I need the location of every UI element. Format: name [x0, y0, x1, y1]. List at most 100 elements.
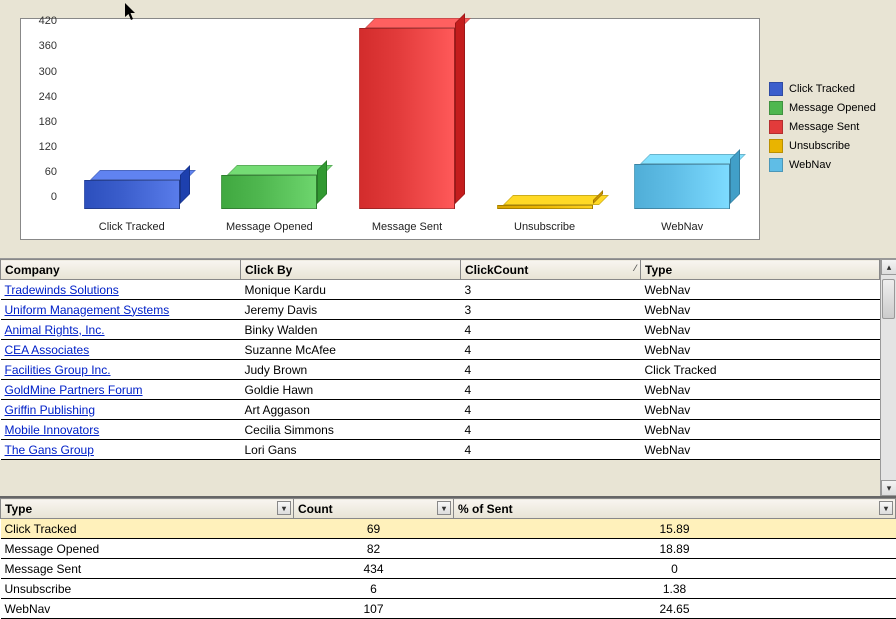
count-cell: 4: [461, 320, 641, 340]
company-link[interactable]: Mobile Innovators: [5, 423, 100, 437]
company-link[interactable]: CEA Associates: [5, 343, 90, 357]
sort-asc-icon: ⁄: [634, 263, 636, 273]
column-header-count[interactable]: ClickCount⁄: [461, 260, 641, 280]
count-cell: 4: [461, 340, 641, 360]
type-cell: WebNav: [641, 380, 880, 400]
table-row[interactable]: Mobile Innovators Cecilia Simmons 4 WebN…: [1, 420, 880, 440]
table-row[interactable]: Facilities Group Inc. Judy Brown 4 Click…: [1, 360, 880, 380]
legend-item: Unsubscribe: [769, 139, 894, 153]
legend-swatch: [769, 101, 783, 115]
company-link[interactable]: Griffin Publishing: [5, 403, 96, 417]
legend-label: Message Sent: [789, 121, 859, 133]
detail-table-wrap: CompanyClick ByClickCount⁄Type Tradewind…: [0, 259, 896, 496]
type-cell: Message Sent: [1, 559, 294, 579]
clickby-cell: Judy Brown: [241, 360, 461, 380]
company-link[interactable]: Facilities Group Inc.: [5, 363, 111, 377]
column-header-type[interactable]: Type: [641, 260, 880, 280]
column-header-pct[interactable]: % of Sent▾: [454, 499, 896, 519]
company-link[interactable]: Tradewinds Solutions: [5, 283, 119, 297]
legend-item: Click Tracked: [769, 82, 894, 96]
table-row[interactable]: Uniform Management Systems Jeremy Davis …: [1, 300, 880, 320]
x-label: Message Opened: [201, 221, 339, 233]
y-tick: 60: [45, 166, 57, 178]
table-row[interactable]: Griffin Publishing Art Aggason 4 WebNav: [1, 400, 880, 420]
clickby-cell: Suzanne McAfee: [241, 340, 461, 360]
type-cell: WebNav: [641, 340, 880, 360]
bar-message opened: [221, 175, 317, 209]
legend-swatch: [769, 82, 783, 96]
bar-webnav: [634, 164, 730, 209]
y-tick: 420: [39, 15, 57, 27]
count-cell: 4: [461, 420, 641, 440]
x-label: Click Tracked: [63, 221, 201, 233]
scroll-up-icon[interactable]: ▴: [881, 259, 896, 275]
cursor-icon: [125, 3, 139, 26]
chart-plot: 060120180240300360420 Click TrackedMessa…: [20, 18, 760, 240]
summary-table: Type⁄▾Count▾% of Sent▾ Click Tracked 69 …: [0, 498, 896, 619]
count-cell: 434: [294, 559, 454, 579]
bar-unsubscribe: [497, 205, 593, 209]
type-cell: WebNav: [641, 420, 880, 440]
column-header-clickby[interactable]: Click By: [241, 260, 461, 280]
clickby-cell: Monique Kardu: [241, 280, 461, 300]
company-link[interactable]: Animal Rights, Inc.: [5, 323, 105, 337]
dropdown-icon[interactable]: ▾: [879, 501, 893, 515]
count-cell: 6: [294, 579, 454, 599]
pct-cell: 18.89: [454, 539, 896, 559]
clickby-cell: Lori Gans: [241, 440, 461, 460]
scrollbar[interactable]: ▴ ▾: [880, 259, 896, 496]
dropdown-icon[interactable]: ▾: [277, 501, 291, 515]
chart-legend: Click Tracked Message Opened Message Sent U…: [769, 82, 894, 177]
type-cell: Message Opened: [1, 539, 294, 559]
column-header-company[interactable]: Company: [1, 260, 241, 280]
legend-label: Click Tracked: [789, 83, 855, 95]
legend-label: Message Opened: [789, 102, 876, 114]
clickby-cell: Cecilia Simmons: [241, 420, 461, 440]
legend-swatch: [769, 120, 783, 134]
table-row[interactable]: GoldMine Partners Forum Goldie Hawn 4 We…: [1, 380, 880, 400]
count-cell: 82: [294, 539, 454, 559]
company-link[interactable]: Uniform Management Systems: [5, 303, 170, 317]
count-cell: 3: [461, 280, 641, 300]
legend-swatch: [769, 158, 783, 172]
clickby-cell: Goldie Hawn: [241, 380, 461, 400]
company-link[interactable]: GoldMine Partners Forum: [5, 383, 143, 397]
type-cell: Click Tracked: [641, 360, 880, 380]
table-row[interactable]: CEA Associates Suzanne McAfee 4 WebNav: [1, 340, 880, 360]
table-row[interactable]: Animal Rights, Inc. Binky Walden 4 WebNa…: [1, 320, 880, 340]
summary-row[interactable]: Message Sent 434 0: [1, 559, 896, 579]
table-row[interactable]: The Gans Group Lori Gans 4 WebNav: [1, 440, 880, 460]
count-cell: 4: [461, 380, 641, 400]
legend-item: Message Sent: [769, 120, 894, 134]
type-cell: WebNav: [641, 280, 880, 300]
bar-message sent: [359, 28, 455, 209]
table-row[interactable]: Tradewinds Solutions Monique Kardu 3 Web…: [1, 280, 880, 300]
summary-row[interactable]: Click Tracked 69 15.89: [1, 519, 896, 539]
pct-cell: 0: [454, 559, 896, 579]
clickby-cell: Jeremy Davis: [241, 300, 461, 320]
scroll-down-icon[interactable]: ▾: [881, 480, 896, 496]
company-link[interactable]: The Gans Group: [5, 443, 94, 457]
summary-row[interactable]: Unsubscribe 6 1.38: [1, 579, 896, 599]
y-tick: 0: [51, 191, 57, 203]
y-tick: 240: [39, 91, 57, 103]
legend-label: Unsubscribe: [789, 140, 850, 152]
column-header-type[interactable]: Type⁄▾: [1, 499, 294, 519]
y-tick: 360: [39, 40, 57, 52]
count-cell: 4: [461, 400, 641, 420]
count-cell: 69: [294, 519, 454, 539]
summary-row[interactable]: Message Opened 82 18.89: [1, 539, 896, 559]
scroll-thumb[interactable]: [882, 279, 895, 319]
y-tick: 180: [39, 116, 57, 128]
type-cell: WebNav: [641, 320, 880, 340]
clickby-cell: Binky Walden: [241, 320, 461, 340]
pct-cell: 15.89: [454, 519, 896, 539]
bar-click tracked: [84, 180, 180, 209]
column-header-count[interactable]: Count▾: [294, 499, 454, 519]
dropdown-icon[interactable]: ▾: [437, 501, 451, 515]
type-cell: Click Tracked: [1, 519, 294, 539]
legend-label: WebNav: [789, 159, 831, 171]
y-tick: 120: [39, 141, 57, 153]
count-cell: 3: [461, 300, 641, 320]
legend-item: WebNav: [769, 158, 894, 172]
